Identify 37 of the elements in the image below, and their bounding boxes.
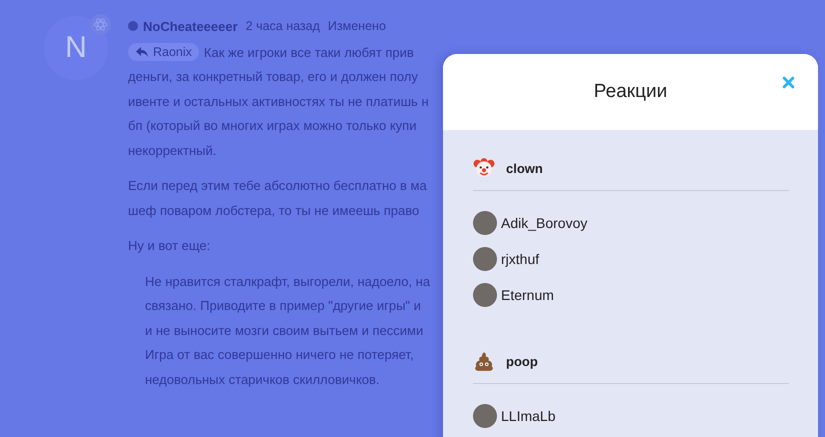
post-time: 2 часа назад <box>246 19 320 33</box>
user-name: rjxthuf <box>501 251 540 267</box>
quote-text-line: Не нравится сталкрафт, выгорели, надоело, на <box>145 274 430 289</box>
avatar-photo-placeholder <box>473 404 497 428</box>
dialog-title: Реакции <box>594 81 668 103</box>
status-dot <box>128 21 138 31</box>
quote-text-line: Игра от вас совершенно ничего не потеряет, <box>145 347 414 362</box>
reply-icon <box>135 46 149 58</box>
user-list-item[interactable]: LLImaLb <box>473 398 789 434</box>
quote-text-line: недовольных старичков скилловичков. <box>145 372 380 387</box>
post-text-line: Как же игроки все таки любят прив <box>204 44 414 60</box>
post-text-line: Если перед этим тебе абсолютно бесплатно в ма <box>128 178 427 194</box>
quote-text-line: связано. Приводите в пример "другие игры" и <box>145 298 421 314</box>
user-name: Adik_Borovoy <box>501 215 588 231</box>
user-avatar: N <box>44 16 108 80</box>
avatar-photo-placeholder <box>473 247 497 271</box>
close-icon[interactable] <box>782 76 795 89</box>
avatar-photo-placeholder <box>473 211 497 235</box>
clown-face-icon <box>473 157 495 179</box>
post-text-line: деньги, за конкретный товар, его и должен полу <box>128 69 418 84</box>
post-text-line: Ну и вот еще: <box>128 238 210 254</box>
user-name: Eternum <box>501 287 554 303</box>
reaction-name: clown <box>506 160 543 176</box>
quote-text-line: и не выносите мозги своим вытьем и пессими <box>145 322 424 338</box>
avatar-photo-placeholder <box>473 283 497 307</box>
user-list-item[interactable]: Adik_Borovoy <box>473 205 789 241</box>
post-text-line: некорректный. <box>128 142 216 158</box>
post-text-line: бп (который во многих играх можно только купи <box>128 118 416 134</box>
user-list-item[interactable]: Eternum <box>473 277 789 313</box>
post-text-line: ивенте и остальных активностях ты не платишь н <box>128 94 429 109</box>
edited-label: Изменено <box>328 19 386 33</box>
post-text-line: шеф поваром лобстера, то ты не имеешь право <box>128 202 420 218</box>
atom-badge-icon <box>90 14 111 35</box>
poop-icon <box>473 350 495 372</box>
user-list-item[interactable]: rjxthuf <box>473 241 789 277</box>
user-name: LLImaLb <box>501 408 556 424</box>
reaction-name: poop <box>506 354 538 368</box>
